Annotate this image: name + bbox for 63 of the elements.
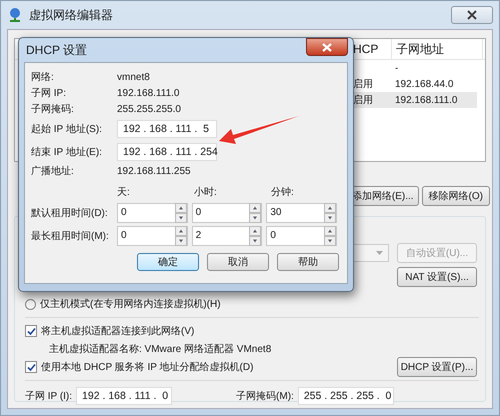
dialog-button[interactable]: 帮助 xyxy=(277,253,339,271)
field-label: 子网掩码: xyxy=(31,103,75,116)
caret-icon xyxy=(376,251,383,255)
checkbox-label: 将主机虚拟适配器连接到此网络(V) xyxy=(41,324,194,338)
dialog-button[interactable]: 确定 xyxy=(137,253,199,271)
checkbox[interactable] xyxy=(25,325,37,337)
dialog-title: DHCP 设置 xyxy=(26,42,88,58)
spin-arrows-icon xyxy=(174,202,187,222)
field-value: 192.168.111.0 xyxy=(117,88,180,98)
nat-settings-button[interactable]: NAT 设置(S)... xyxy=(397,267,477,287)
network-globe-icon xyxy=(7,7,23,23)
spin-box[interactable]: 30 xyxy=(266,202,338,222)
spin-box[interactable]: 0 xyxy=(117,226,188,246)
column-header[interactable]: 子网地址 xyxy=(392,39,483,59)
checkbox[interactable] xyxy=(25,361,37,373)
spin-arrows-icon xyxy=(249,202,262,222)
field-label: 起始 IP 地址(S): xyxy=(31,122,103,136)
checkbox-label: 使用本地 DHCP 服务将 IP 地址分配给虚拟机(D) xyxy=(41,360,254,374)
window-title: 虚拟网络编辑器 xyxy=(29,6,113,24)
field-label: 广播地址: xyxy=(31,164,75,178)
spin-arrows-icon xyxy=(174,226,187,246)
field-label: 子网 IP: xyxy=(31,87,68,100)
close-button[interactable] xyxy=(451,6,493,24)
spin-arrows-icon xyxy=(249,226,262,246)
close-button[interactable] xyxy=(306,38,348,56)
table-cell: 启用 xyxy=(353,79,373,90)
close-icon xyxy=(322,42,332,52)
spin-box[interactable]: 0 xyxy=(192,202,262,222)
spin-arrows-icon xyxy=(324,202,336,222)
table-row[interactable]: 启用 192.168.44.0 xyxy=(353,76,477,92)
field-label: 最长租用时间(M): xyxy=(31,230,110,242)
table-cell: - xyxy=(395,62,398,74)
spin-box[interactable]: 0 xyxy=(117,202,188,222)
spin-box[interactable]: 0 xyxy=(266,226,338,246)
field-label: 子网 IP (I): xyxy=(25,390,72,403)
column-label: 分钟: xyxy=(271,187,294,198)
dialog-button[interactable]: 取消 xyxy=(207,253,269,271)
spin-box[interactable]: 2 xyxy=(192,226,262,246)
column-label: 天: xyxy=(117,187,130,198)
field-label: 子网掩码(M): xyxy=(236,390,294,403)
input-field[interactable]: 192 . 168 . 111 . 5 xyxy=(117,120,217,138)
network-button[interactable]: 移除网络(O) xyxy=(422,186,490,206)
input-field[interactable]: 192 . 168 . 111 . 254 xyxy=(117,142,217,160)
table-cell: 192.168.44.0 xyxy=(395,78,454,90)
field-label: 网络: xyxy=(31,71,55,84)
input-field[interactable]: 192 . 168 . 111 . 0 xyxy=(76,387,172,405)
table-cell: 启用 xyxy=(353,95,373,106)
spin-arrows-icon xyxy=(324,226,336,246)
table-row[interactable]: - xyxy=(353,60,477,76)
close-icon xyxy=(467,10,477,20)
field-value: 255.255.255.0 xyxy=(117,104,181,114)
dhcp-settings-button[interactable]: DHCP 设置(P)... xyxy=(397,357,477,377)
input-field[interactable]: 255 . 255 . 255 . 0 xyxy=(298,387,394,405)
adapter-name-text: 主机虚拟适配器名称: VMware 网络适配器 VMnet8 xyxy=(49,342,272,356)
field-value: 192.168.111.255 xyxy=(117,166,191,176)
column-label: 小时: xyxy=(194,187,217,198)
table-cell: 192.168.111.0 xyxy=(395,94,458,106)
radio-label: 仅主机模式(在专用网络内连接虚拟机)(H) xyxy=(40,298,221,311)
field-label: 结束 IP 地址(E): xyxy=(31,146,103,158)
radio-button[interactable] xyxy=(25,298,36,310)
field-value: vmnet8 xyxy=(117,72,150,82)
table-row[interactable]: 启用 192.168.111.0 xyxy=(353,92,477,108)
field-label: 默认租用时间(D): xyxy=(31,206,109,220)
